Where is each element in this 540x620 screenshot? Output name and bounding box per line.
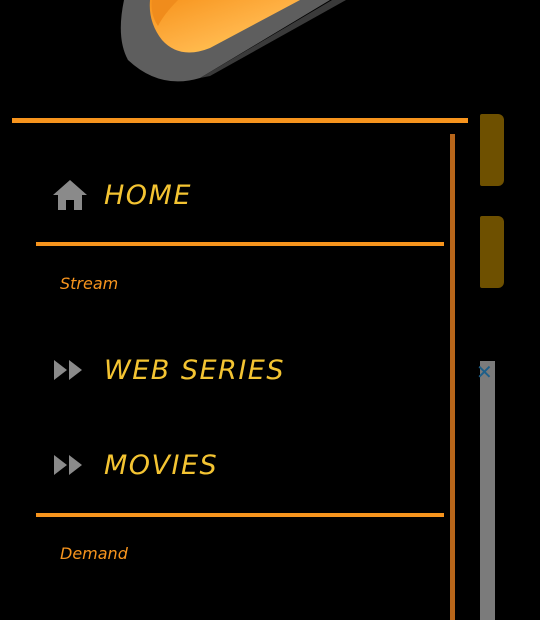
section-divider xyxy=(36,242,444,246)
close-icon[interactable]: ✕ xyxy=(476,360,493,384)
menu-item-web-series[interactable]: WEB SERIES xyxy=(50,350,285,390)
menu-item-label: WEB SERIES xyxy=(104,354,285,386)
drawer-edge-divider xyxy=(450,134,455,620)
header-divider xyxy=(12,118,468,123)
menu-item-movies[interactable]: MOVIES xyxy=(50,445,218,485)
menu-item-label: HOME xyxy=(104,179,192,211)
section-divider xyxy=(36,513,444,517)
side-tab[interactable] xyxy=(480,114,504,186)
menu-item-label: MOVIES xyxy=(104,449,219,481)
fast-forward-icon xyxy=(50,445,94,485)
menu-item-home[interactable]: HOME xyxy=(50,175,192,215)
home-icon xyxy=(50,175,94,215)
app-logo xyxy=(120,0,346,82)
section-heading-stream: Stream xyxy=(60,274,119,293)
fast-forward-icon xyxy=(50,350,94,390)
section-heading-demand: Demand xyxy=(60,544,128,563)
scrollbar[interactable] xyxy=(480,361,495,620)
side-tab[interactable] xyxy=(480,216,504,288)
